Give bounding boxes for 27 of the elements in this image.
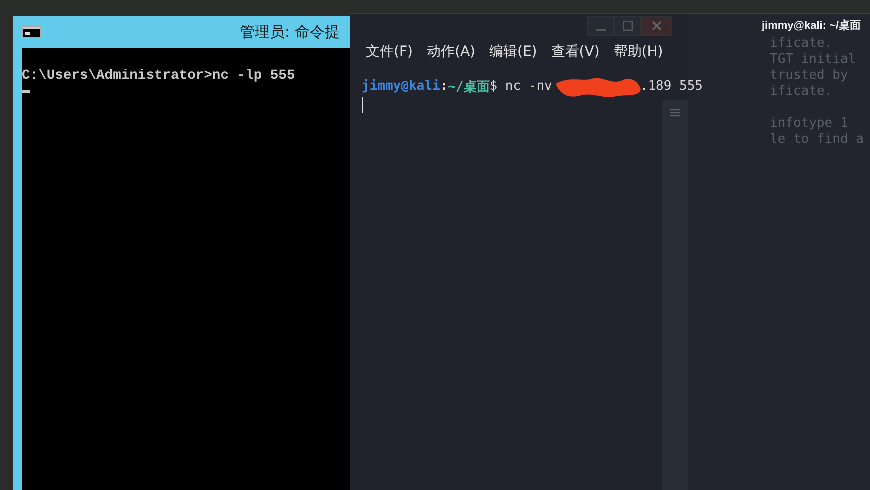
maximize-button[interactable] (614, 16, 641, 36)
menu-item[interactable]: 文件(F) (366, 43, 413, 61)
menu-item[interactable]: 动作(A) (426, 43, 476, 61)
console-line: C:\Users\Administrator>nc -lp 555 (22, 68, 296, 86)
window-title: 管理员: 命令提 (240, 22, 340, 42)
close-icon (652, 21, 662, 31)
prompt-path: ~/桌面 (448, 78, 490, 96)
minimize-button[interactable] (587, 16, 614, 36)
command-text: $ nc -nv (490, 79, 552, 94)
background-text-line: TGT initial (770, 52, 856, 68)
background-text-line: ificate. (770, 36, 833, 52)
close-button[interactable] (641, 16, 672, 36)
window-title: jimmy@kali: ~/桌面 (762, 18, 862, 34)
background-text-line: infotype 1 (770, 116, 848, 132)
prompt-separator: : (440, 79, 448, 94)
command-text: .189 555 (640, 79, 704, 94)
menu-item[interactable]: 编辑(E) (490, 43, 538, 61)
minimize-icon (596, 29, 606, 31)
background-text-line: ificate. (770, 84, 833, 100)
console-icon (22, 26, 41, 38)
maximize-icon (622, 21, 632, 31)
menu-item[interactable]: 查看(V) (551, 43, 600, 61)
background-text-line: trusted by (770, 68, 848, 84)
background-text-line: le to find a (770, 132, 864, 148)
scroll-grip-icon[interactable] (670, 108, 680, 118)
menu-item[interactable]: 帮助(H) (614, 43, 664, 61)
prompt-user: jimmy@kali (362, 79, 440, 94)
